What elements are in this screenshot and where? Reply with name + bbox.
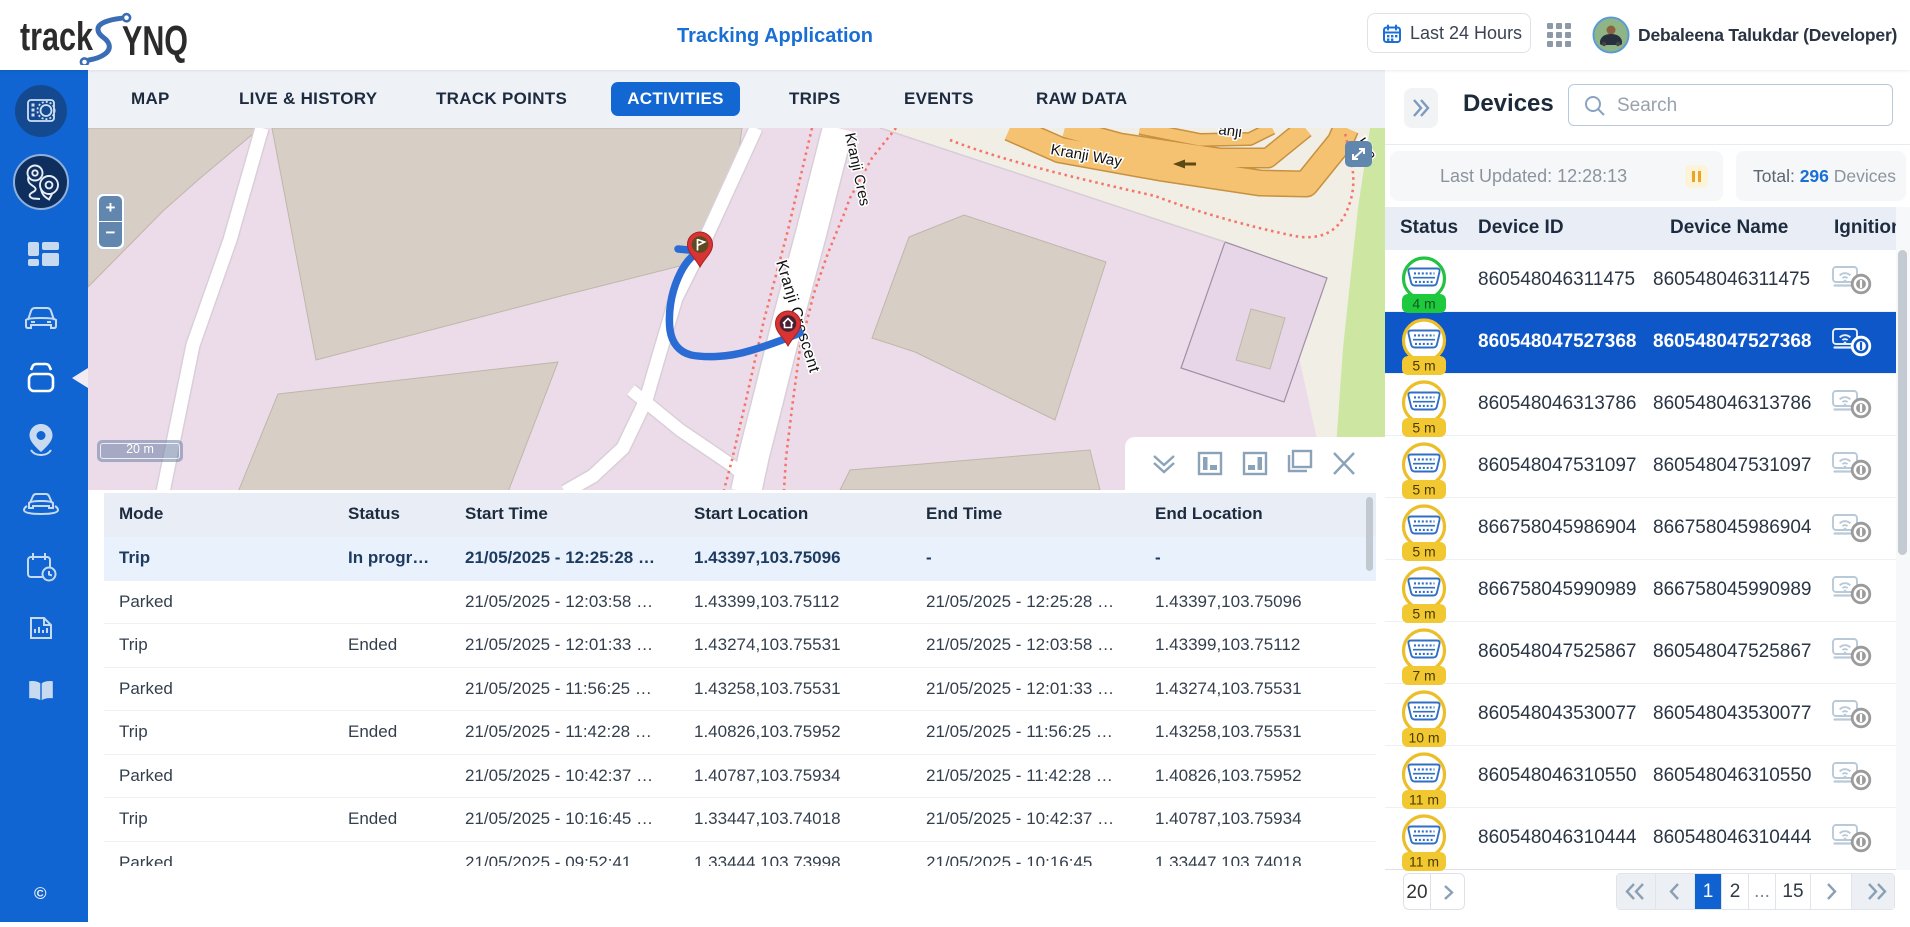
svg-text:©: © [34,884,47,903]
svg-text:YNQ: YNQ [122,17,188,64]
svg-text:Kranji Cres: Kranji Cres [841,131,873,207]
svg-text:track: track [20,15,94,59]
